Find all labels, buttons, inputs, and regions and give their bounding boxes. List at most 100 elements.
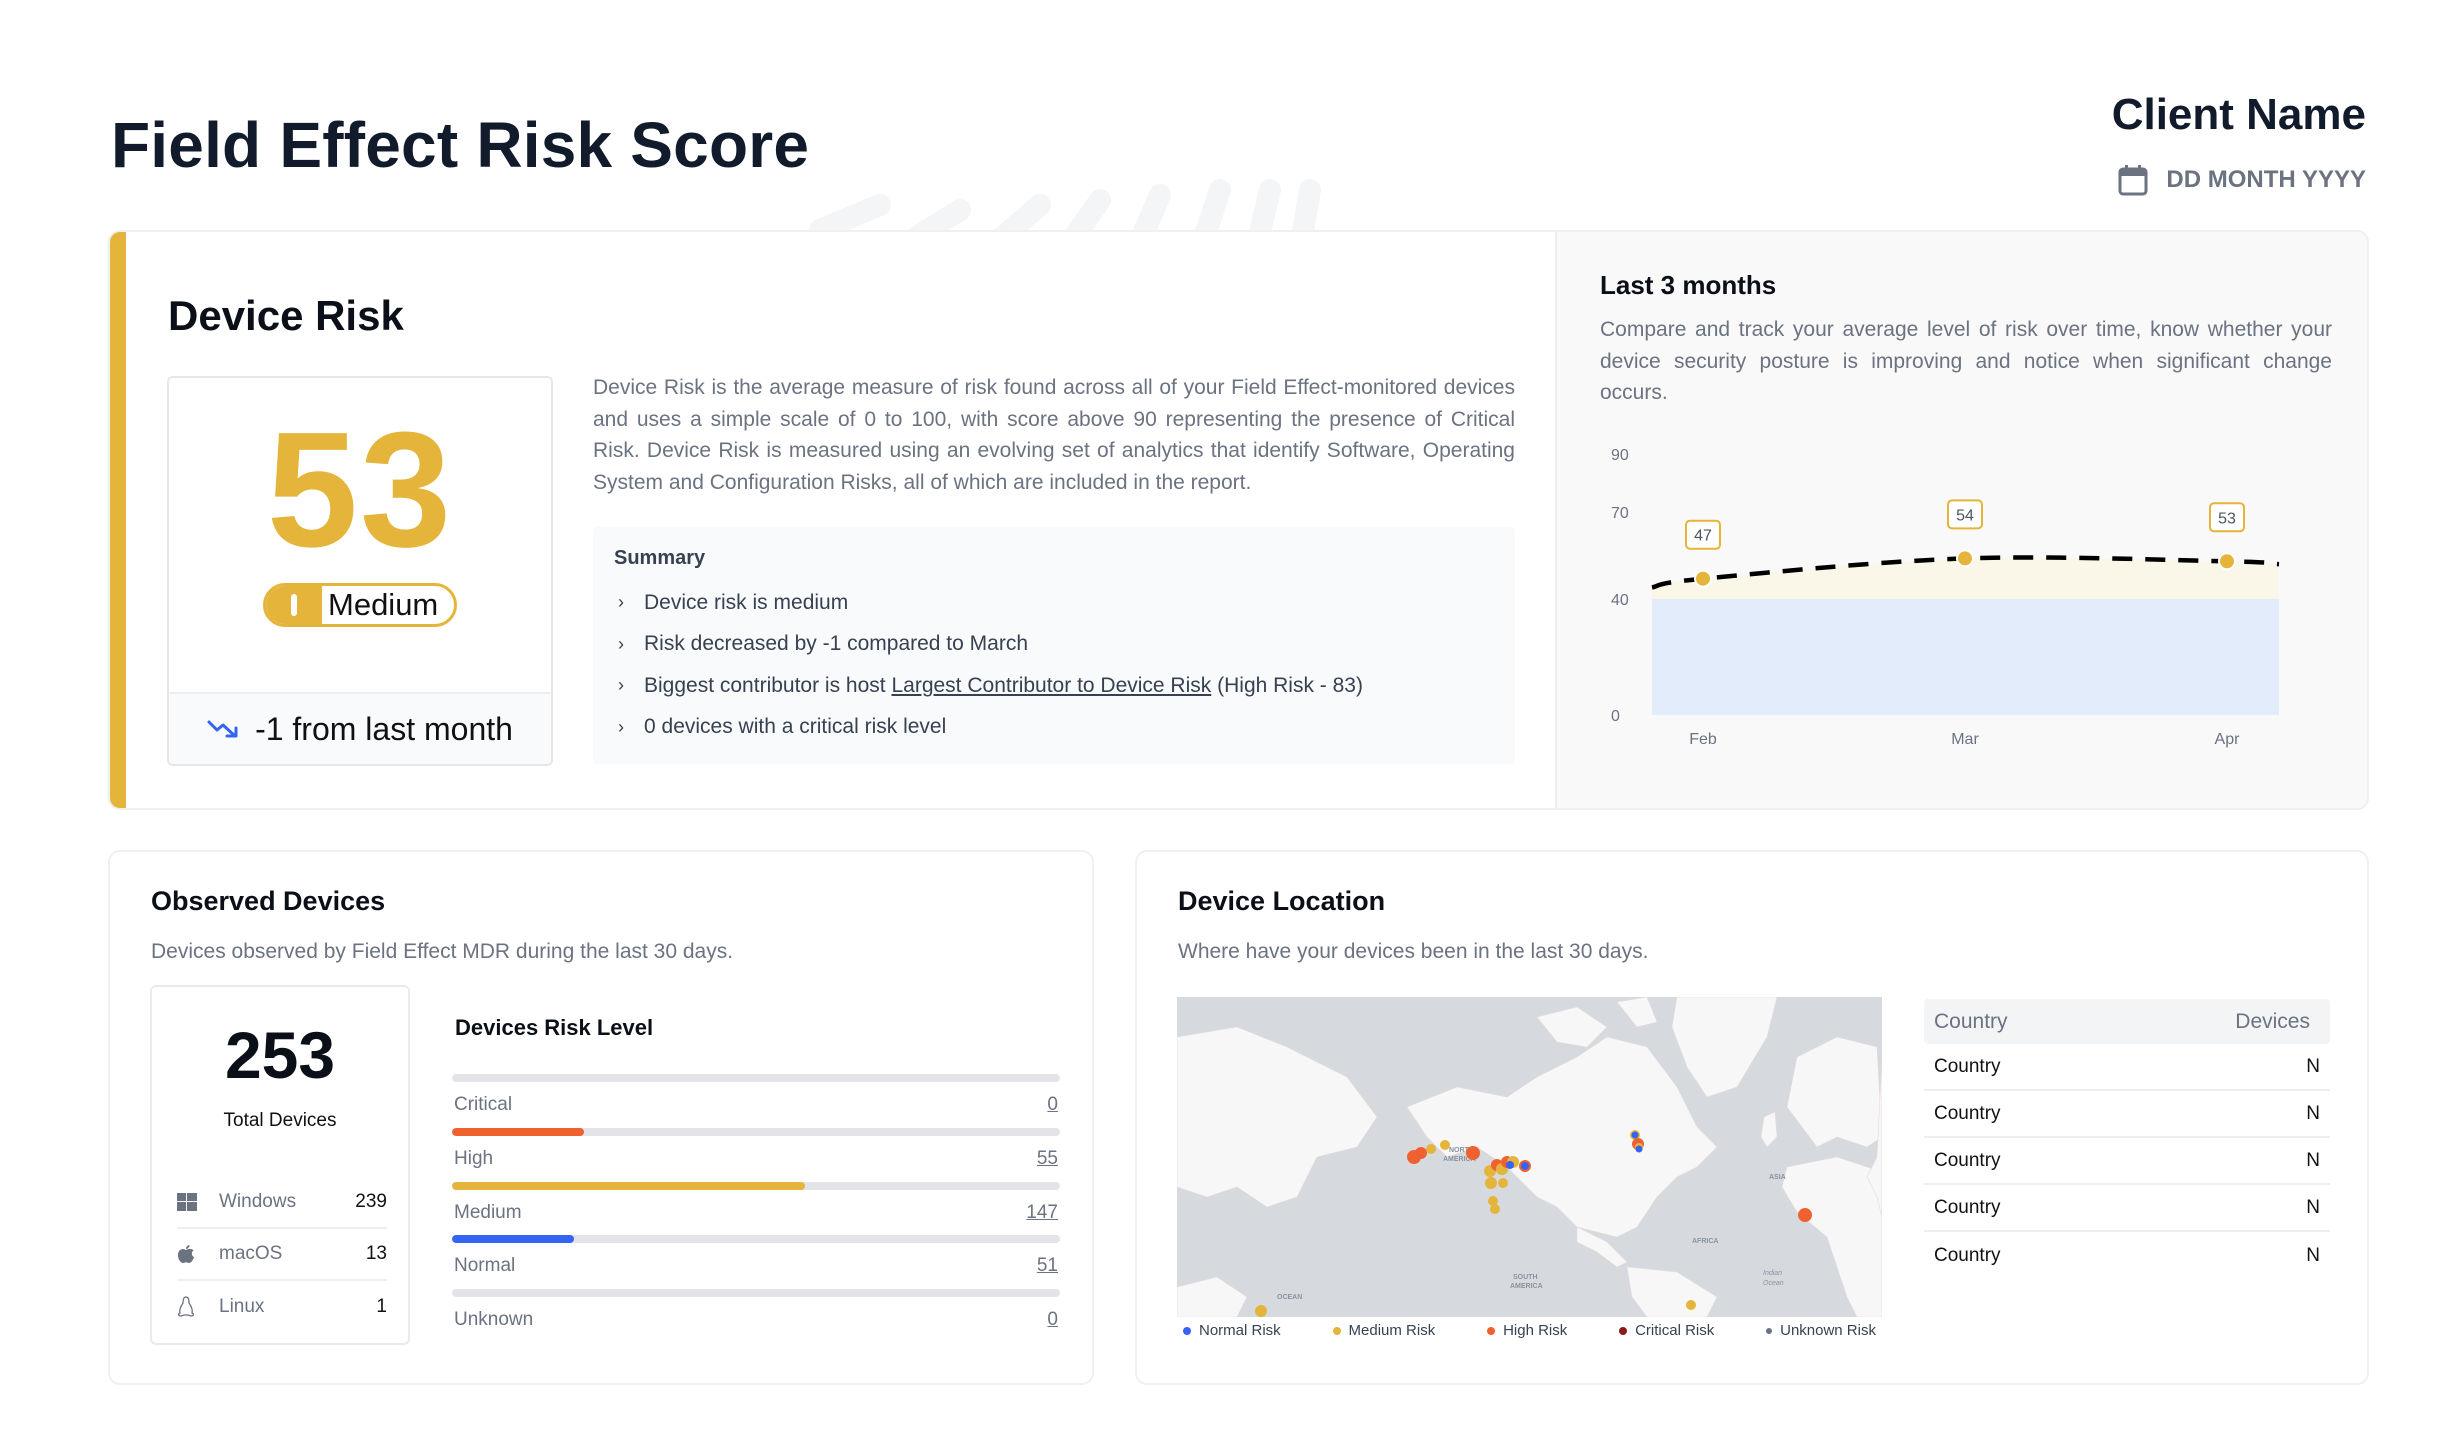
risk-accent-bar [110,232,126,808]
summary-text: Risk decreased by -1 compared to March [644,632,1028,656]
map-marker-medium [1498,1178,1508,1188]
last-3-months-title: Last 3 months [1600,270,1777,300]
summary-text: Device risk is medium [644,590,849,614]
risk-level-label: Medium [454,1201,522,1223]
risk-level-count-link[interactable]: 0 [1047,1094,1058,1116]
os-row-macos: macOS 13 [177,1229,387,1281]
svg-text:Ocean: Ocean [1763,1280,1784,1287]
risk-level-count-link[interactable]: 51 [1037,1255,1058,1277]
data-label: 53 [2218,510,2236,527]
map-marker-high [1415,1147,1427,1159]
map-label-south-america: SOUTH [1513,1274,1538,1281]
map-legend: Normal Risk Medium Risk High Risk Critic… [1177,1322,1882,1339]
risk-level-label: Critical [454,1094,513,1115]
total-devices-box: 253 Total Devices Windows 239 macOS 13 L… [150,985,410,1345]
devices-cell: N [2306,1102,2320,1124]
chevron-right-icon: › [618,716,624,737]
map-marker-medium [1686,1300,1696,1310]
device-risk-description: Device Risk is the average measure of ri… [593,376,1515,494]
risk-level-badge: Medium [263,583,457,627]
risk-level-bar-fill [452,1181,806,1190]
legend-label: Critical Risk [1635,1322,1715,1339]
table-row: Country N [1924,1138,2330,1185]
data-point [1694,569,1712,588]
risk-level-label: Medium [328,587,439,622]
chevron-right-icon: › [618,675,624,696]
devices-cell: N [2306,1196,2320,1218]
y-tick-label: 70 [1611,505,1629,522]
risk-level-title: Devices Risk Level [455,1015,654,1040]
legend-label: High Risk [1503,1322,1568,1339]
risk-level-count-link[interactable]: 147 [1026,1202,1058,1224]
risk-level-item-critical: Critical 0 [452,1074,1060,1128]
country-table-header: Country Devices [1924,999,2330,1044]
largest-contributor-link[interactable]: Largest Contributor to Device Risk [891,674,1211,697]
x-tick-label: Mar [1951,731,1979,748]
column-header-country: Country [1934,1009,2008,1033]
risk-level-label: Unknown [454,1309,534,1331]
risk-level-bar [452,1181,1060,1190]
x-tick-label: Apr [2215,731,2241,748]
map-marker-medium [1485,1177,1497,1189]
legend-high-risk[interactable]: High Risk [1487,1322,1567,1339]
device-location-card: Device Location Where have your devices … [1135,850,2369,1385]
risk-level-bar [452,1289,1060,1298]
legend-normal-risk[interactable]: Normal Risk [1183,1322,1281,1339]
device-location-title: Device Location [1178,886,1386,916]
legend-label: Unknown Risk [1780,1322,1876,1339]
risk-level-item-normal: Normal 51 [452,1235,1060,1289]
score-change-text: -1 from last month [255,710,513,747]
trending-down-icon [207,720,238,738]
summary-box: Summary › Device risk is medium › Risk d… [593,527,1515,764]
x-tick-label: Feb [1689,731,1717,748]
summary-item: › Device risk is medium [614,582,1494,624]
score-box: 53 Medium -1 from last month [167,376,553,766]
summary-text: 0 devices with a critical risk level [644,715,947,739]
medium-risk-dot-icon [1332,1326,1341,1335]
device-location-subtitle: Where have your devices been in the last… [1178,940,1649,963]
os-row-linux: Linux 1 [177,1281,387,1333]
device-location-map[interactable]: NORTH AMERICA SOUTH AMERICA AFRICA ASIA … [1177,997,1882,1317]
calendar-icon [2118,165,2148,196]
table-row: Country N [1924,1091,2330,1138]
page-title: Field Effect Risk Score [111,109,810,181]
risk-level-count-link[interactable]: 55 [1037,1148,1058,1170]
map-marker-normal [1521,1162,1529,1170]
device-risk-card: Device Risk 53 Medium -1 from last month… [108,230,2369,810]
risk-level-indicator [266,586,322,624]
country-cell: Country [1934,1102,2001,1124]
country-table: Country Devices Country N Country N Countr… [1924,999,2330,1279]
risk-level-count-link[interactable]: 0 [1047,1309,1058,1331]
observed-devices-subtitle: Devices observed by Field Effect MDR dur… [151,940,734,963]
windows-icon [177,1193,219,1211]
os-name: macOS [219,1243,283,1264]
map-marker-normal [1635,1145,1643,1153]
summary-title: Summary [614,547,706,569]
legend-medium-risk[interactable]: Medium Risk [1332,1322,1435,1339]
map-marker-medium [1255,1305,1267,1317]
table-row: Country N [1924,1185,2330,1232]
linux-icon [177,1296,219,1318]
os-list: Windows 239 macOS 13 Linux 1 [177,1177,387,1333]
data-label: 54 [1956,507,1974,524]
legend-label: Normal Risk [1199,1322,1281,1339]
risk-level-bar [452,1127,1060,1136]
devices-cell: N [2306,1149,2320,1171]
normal-band [1652,599,2279,715]
data-point [2218,552,2236,571]
summary-prefix: Biggest contributor is host [644,673,892,697]
os-name: Windows [219,1191,297,1212]
score-change: -1 from last month [169,692,551,764]
svg-text:Indian: Indian [1763,1270,1782,1277]
risk-score: 53 [266,398,454,581]
column-header-devices: Devices [2235,1009,2310,1033]
chevron-right-icon: › [618,592,624,613]
client-name: Client Name [2111,90,2366,139]
table-row: Country N [1924,1232,2330,1279]
last-3-months-panel: 0 40 70 90 47 Feb 54 Mar 53 Apr Last 3 months Com… [1555,232,2367,808]
legend-unknown-risk[interactable]: Unknown Risk [1766,1322,1876,1339]
devices-cell: N [2306,1055,2320,1077]
risk-level-list: Critical 0 High 55 Medium 147 Normal 51 Unkn… [452,1074,1060,1343]
map-marker-medium [1440,1140,1450,1150]
legend-critical-risk[interactable]: Critical Risk [1619,1322,1714,1339]
